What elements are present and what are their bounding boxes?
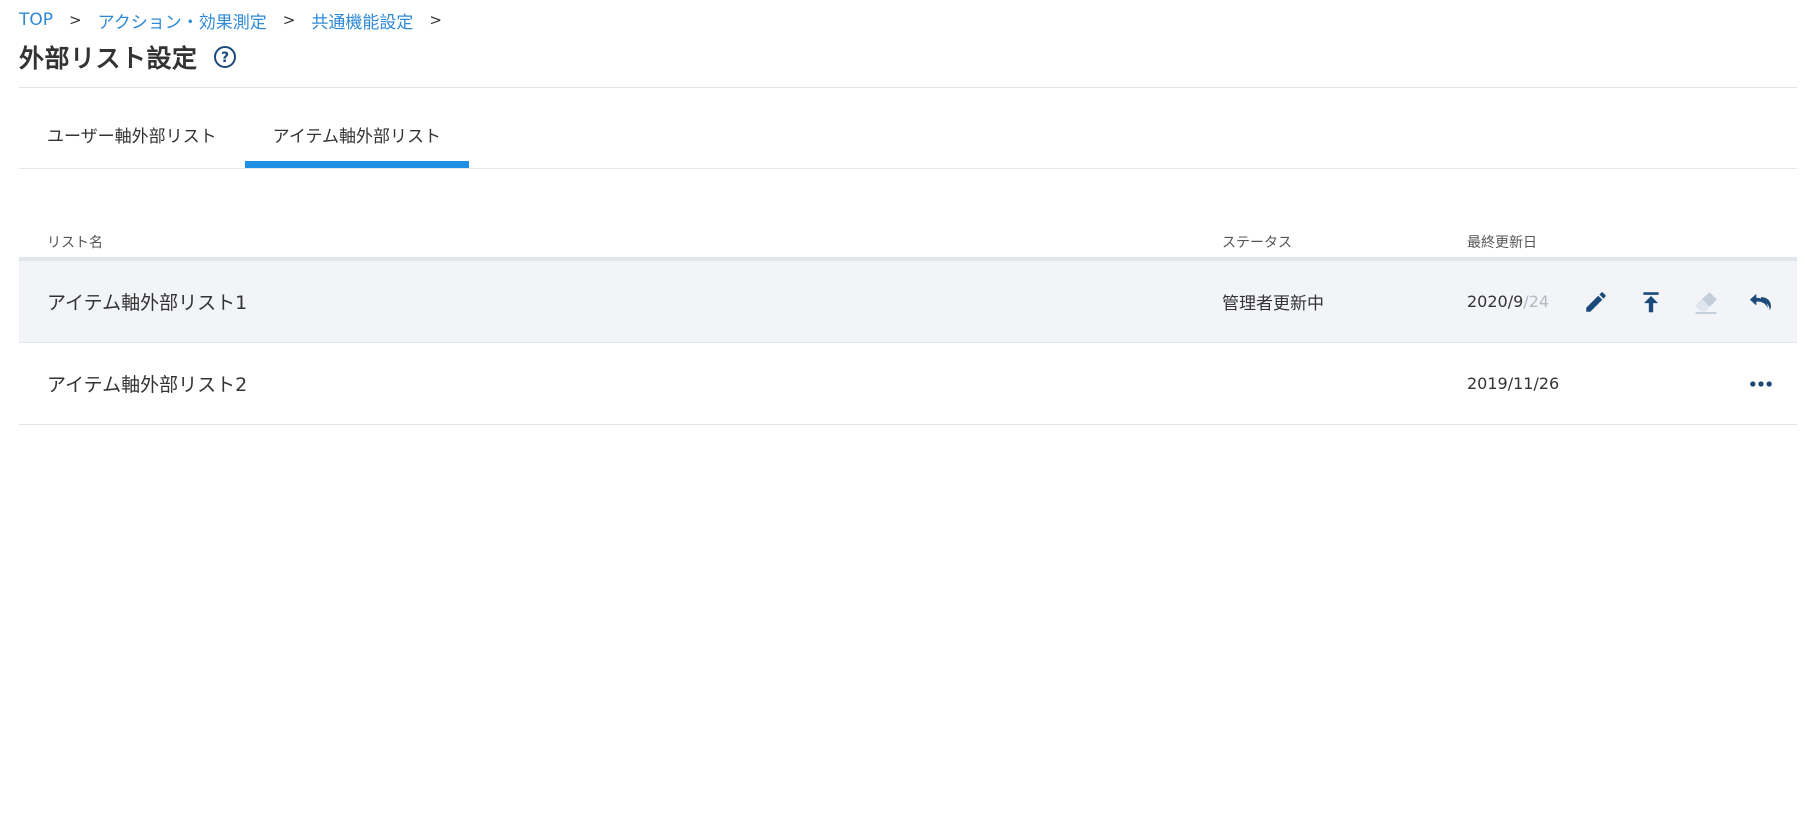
- external-list-table: リスト名 ステータス 最終更新日 アイテム軸外部リスト1 管理者更新中 2020…: [19, 224, 1797, 425]
- breadcrumb: TOP > アクション・効果測定 > 共通機能設定 >: [19, 8, 458, 33]
- title-row: 外部リスト設定 ?: [19, 38, 238, 76]
- breadcrumb-common-settings[interactable]: 共通機能設定: [311, 8, 413, 33]
- header-list-name: リスト名: [47, 235, 103, 251]
- header-status: ステータス: [1222, 235, 1292, 251]
- pencil-icon[interactable]: [1580, 286, 1612, 318]
- tab-user-external-list[interactable]: ユーザー軸外部リスト: [19, 110, 245, 168]
- table-row[interactable]: アイテム軸外部リスト1 管理者更新中 2020/9/24: [19, 261, 1797, 343]
- more-horizontal-icon[interactable]: [1745, 368, 1777, 400]
- date-faded: /24: [1523, 292, 1550, 311]
- tab-bar: ユーザー軸外部リスト アイテム軸外部リスト: [19, 110, 470, 168]
- list-name: アイテム軸外部リスト2: [47, 374, 248, 396]
- undo-icon[interactable]: [1745, 286, 1777, 318]
- list-name: アイテム軸外部リスト1: [47, 292, 248, 314]
- row-actions: [1722, 343, 1777, 424]
- breadcrumb-action-measurement[interactable]: アクション・効果測定: [98, 8, 267, 33]
- list-updated-date: 2019/11/26: [1467, 343, 1559, 424]
- tab-label: アイテム軸外部リスト: [272, 127, 441, 147]
- date-visible: 2019/11/26: [1467, 374, 1560, 393]
- list-updated-date: 2020/9/24: [1467, 261, 1549, 342]
- upload-icon[interactable]: [1635, 286, 1667, 318]
- table-row[interactable]: アイテム軸外部リスト2 2019/11/26: [19, 343, 1797, 425]
- breadcrumb-separator: >: [69, 11, 82, 29]
- page-title: 外部リスト設定: [19, 44, 198, 73]
- svg-text:?: ?: [220, 50, 228, 66]
- header-divider: [19, 87, 1797, 88]
- breadcrumb-separator: >: [429, 11, 442, 29]
- header-updated: 最終更新日: [1467, 235, 1537, 251]
- question-circle-icon[interactable]: ?: [212, 44, 238, 70]
- tab-item-external-list[interactable]: アイテム軸外部リスト: [244, 110, 470, 168]
- breadcrumb-separator: >: [282, 11, 296, 29]
- page: TOP > アクション・効果測定 > 共通機能設定 > 外部リスト設定 ? ユー…: [0, 0, 1805, 833]
- tabs-divider: [19, 168, 1797, 169]
- date-visible: 2020/9: [1467, 292, 1524, 311]
- tab-label: ユーザー軸外部リスト: [47, 127, 217, 147]
- breadcrumb-top[interactable]: TOP: [19, 10, 53, 30]
- list-status: 管理者更新中: [1222, 294, 1324, 314]
- row-actions: [1557, 261, 1777, 342]
- table-header: リスト名 ステータス 最終更新日: [19, 224, 1797, 261]
- eraser-icon: [1690, 286, 1722, 318]
